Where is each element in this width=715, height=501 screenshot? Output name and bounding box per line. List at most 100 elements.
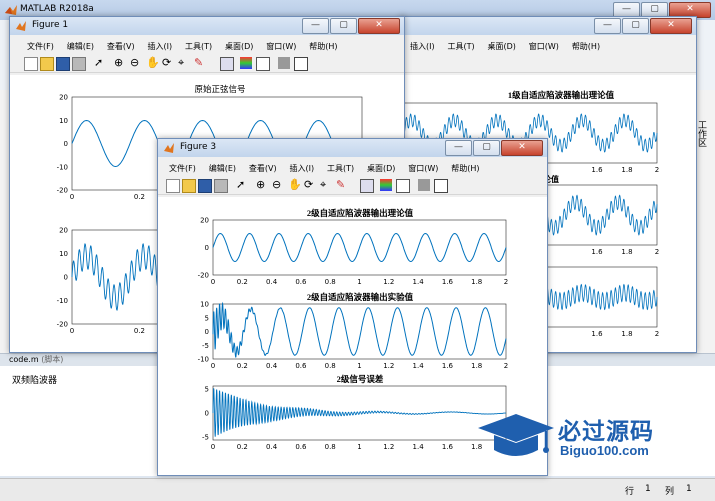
- status-col-label: 列: [665, 487, 675, 497]
- new-figure-icon[interactable]: [24, 57, 38, 71]
- figure3-minimize-button[interactable]: —: [445, 140, 472, 156]
- workspace-label[interactable]: 工作区: [696, 120, 708, 147]
- fig3-plot2-ytick: -5: [202, 342, 209, 350]
- fig2-xtick-8: 1.8: [621, 330, 632, 338]
- fig3-plot1-xtick: 0.6: [295, 278, 307, 286]
- status-row-label: 行: [625, 487, 635, 497]
- pointer-icon[interactable]: ➚: [94, 57, 106, 69]
- zoom-in-icon[interactable]: ⊕: [114, 57, 126, 69]
- fig3-menu-edit[interactable]: 编辑(E): [204, 161, 241, 176]
- show-tools-icon[interactable]: [434, 179, 448, 193]
- legend-icon[interactable]: [396, 179, 410, 193]
- fig3-plot2-ytick: 10: [200, 301, 209, 309]
- fig2-menu-tools[interactable]: 工具(T): [442, 39, 479, 54]
- figure1-minimize-button[interactable]: —: [302, 18, 329, 34]
- legend-icon[interactable]: [256, 57, 270, 71]
- editor-tab-label: code.m: [9, 355, 39, 364]
- fig3-plot3-line: [212, 388, 507, 437]
- fig3-menu-view[interactable]: 查看(V): [244, 161, 282, 176]
- fig1-menu-file[interactable]: 文件(F): [22, 39, 59, 54]
- figure3-maximize-button[interactable]: ▢: [473, 140, 500, 156]
- fig3-menu-insert[interactable]: 插入(I): [284, 161, 319, 176]
- fig1-menu-tools[interactable]: 工具(T): [180, 39, 217, 54]
- print-icon[interactable]: [72, 57, 86, 71]
- fig1-menu-help[interactable]: 帮助(H): [304, 39, 342, 54]
- fig3-plot3-xtick: 0: [211, 443, 215, 451]
- link-plot-icon[interactable]: [360, 179, 374, 193]
- fig2-xtick-7: 1.6: [591, 330, 603, 338]
- fig3-plot2-xtick: 1.6: [442, 362, 454, 370]
- brush-icon[interactable]: ✎: [336, 179, 348, 191]
- fig2-xtick-3: 2: [655, 166, 659, 174]
- fig1-plot1-ytick: -10: [57, 163, 68, 171]
- figure1-titlebar: Figure 1 — ▢ ✕: [10, 17, 404, 35]
- open-file-icon[interactable]: [40, 57, 54, 71]
- figure2-minimize-button[interactable]: —: [594, 18, 621, 34]
- fig3-plot1-xtick: 0: [211, 278, 215, 286]
- figure-icon: [16, 21, 26, 31]
- fig1-plot2-ytick: -20: [57, 321, 68, 329]
- hide-tools-icon[interactable]: [278, 57, 290, 69]
- brush-icon[interactable]: ✎: [194, 57, 206, 69]
- figure1-close-button[interactable]: ✕: [358, 18, 400, 34]
- figure2-window-buttons: — ▢ ✕: [594, 18, 692, 34]
- fig1-plot1-title: 原始正弦信号: [194, 84, 245, 94]
- rotate-icon[interactable]: ⟳: [304, 179, 316, 191]
- pan-icon[interactable]: ✋: [146, 57, 160, 69]
- data-cursor-icon[interactable]: ⌖: [178, 57, 190, 69]
- fig1-menu-view[interactable]: 查看(V): [102, 39, 140, 54]
- colorbar-icon[interactable]: [240, 57, 252, 69]
- link-plot-icon[interactable]: [220, 57, 234, 71]
- fig2-menu-window[interactable]: 窗口(W): [524, 39, 564, 54]
- fig2-menu-hidden-1[interactable]: 插入(I): [405, 39, 440, 54]
- figure2-close-button[interactable]: ✕: [650, 18, 692, 34]
- zoom-in-icon[interactable]: ⊕: [256, 179, 268, 191]
- fig1-plot1-ytick: 10: [59, 117, 68, 125]
- fig3-plot2-xtick: 1.8: [471, 362, 482, 370]
- fig2-xtick-5: 1.8: [621, 248, 632, 256]
- fig1-menu-desktop[interactable]: 桌面(D): [220, 39, 258, 54]
- new-figure-icon[interactable]: [166, 179, 180, 193]
- fig1-plot2-ytick: 10: [59, 250, 68, 258]
- fig3-plot3-xtick: 1.2: [383, 443, 394, 451]
- figure2-maximize-button[interactable]: ▢: [622, 18, 649, 34]
- figure1-menubar: 文件(F) 编辑(E) 查看(V) 插入(I) 工具(T) 桌面(D) 窗口(W…: [10, 39, 404, 54]
- figure3-close-button[interactable]: ✕: [501, 140, 543, 156]
- pointer-icon[interactable]: ➚: [236, 179, 248, 191]
- fig3-plot1-xtick: 0.2: [237, 278, 248, 286]
- pan-icon[interactable]: ✋: [288, 179, 302, 191]
- rotate-icon[interactable]: ⟳: [162, 57, 174, 69]
- fig2-menu-help[interactable]: 帮助(H): [567, 39, 605, 54]
- fig3-plot1-xtick: 2: [504, 278, 508, 286]
- watermark-en: Biguo100.com: [560, 443, 649, 458]
- fig2-menu-desktop[interactable]: 桌面(D): [483, 39, 521, 54]
- figure2-toolbar: [401, 55, 696, 73]
- save-icon[interactable]: [198, 179, 212, 193]
- fig3-plot2-xtick: 2: [504, 362, 508, 370]
- hide-tools-icon[interactable]: [418, 179, 430, 191]
- colorbar-icon[interactable]: [380, 179, 392, 191]
- fig3-plot3-xtick: 0.4: [266, 443, 278, 451]
- zoom-out-icon[interactable]: ⊖: [272, 179, 284, 191]
- fig3-menu-desktop[interactable]: 桌面(D): [362, 161, 400, 176]
- fig3-menu-tools[interactable]: 工具(T): [322, 161, 359, 176]
- figure1-maximize-button[interactable]: ▢: [330, 18, 357, 34]
- fig3-menu-help[interactable]: 帮助(H): [446, 161, 484, 176]
- fig3-plot3-xtick: 0.8: [325, 443, 336, 451]
- print-icon[interactable]: [214, 179, 228, 193]
- show-tools-icon[interactable]: [294, 57, 308, 71]
- fig3-plot1-line: [212, 232, 507, 263]
- figure2-titlebar: — ▢ ✕: [401, 17, 696, 35]
- fig1-menu-edit[interactable]: 编辑(E): [62, 39, 99, 54]
- fig1-menu-window[interactable]: 窗口(W): [261, 39, 301, 54]
- save-icon[interactable]: [56, 57, 70, 71]
- fig3-menu-window[interactable]: 窗口(W): [403, 161, 443, 176]
- editor-tab-code[interactable]: code.m (脚本): [9, 354, 63, 365]
- zoom-out-icon[interactable]: ⊖: [130, 57, 142, 69]
- open-file-icon[interactable]: [182, 179, 196, 193]
- fig1-plot1-ytick: 20: [59, 94, 68, 102]
- fig3-plot1-ytick: 0: [205, 244, 209, 252]
- data-cursor-icon[interactable]: ⌖: [320, 179, 332, 191]
- fig3-menu-file[interactable]: 文件(F): [164, 161, 201, 176]
- fig1-menu-insert[interactable]: 插入(I): [142, 39, 177, 54]
